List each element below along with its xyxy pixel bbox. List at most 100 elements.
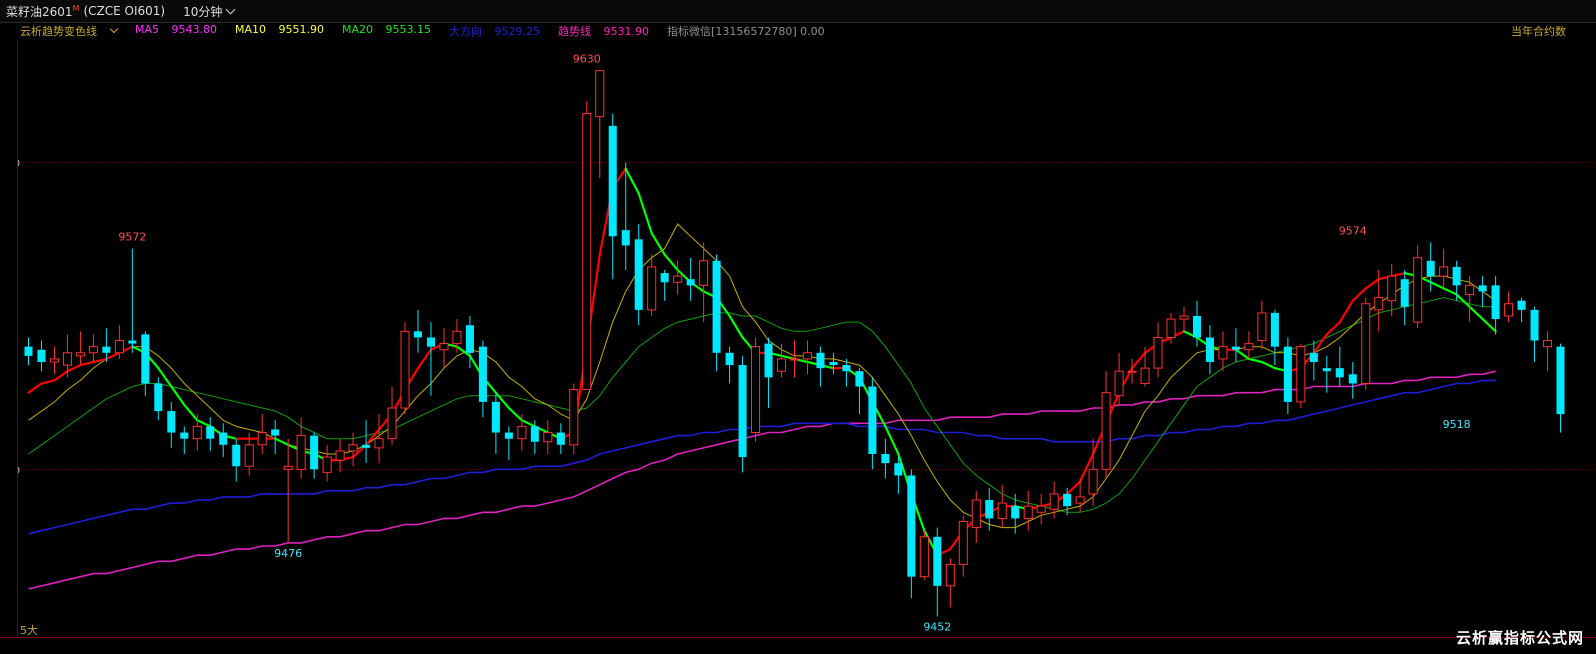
- candle-body-up: [1101, 392, 1111, 470]
- candle-body-down: [1322, 368, 1331, 372]
- legend-item-value: 9553.15: [385, 23, 432, 36]
- candle-body-down: [1270, 312, 1279, 347]
- candle-body-down: [738, 365, 747, 458]
- indicator-selector[interactable]: 云析趋势变色线: [20, 23, 126, 39]
- candle-body-down: [1530, 309, 1539, 341]
- candle-body-down: [1011, 506, 1020, 519]
- trend-color-segment: [650, 232, 666, 256]
- trend-color-segment: [274, 437, 290, 446]
- chevron-down-icon: [109, 24, 119, 34]
- trend-color-segment: [1468, 305, 1484, 321]
- top-toolbar: 菜籽油2601M (CZCE OI601) 10分钟: [0, 0, 1596, 23]
- period-label: 10分钟: [183, 4, 223, 19]
- candle-body-down: [686, 279, 695, 286]
- chart-svg: 600 600 9572 9476 9630 9452 9574 9518: [1, 53, 1596, 634]
- candle-body-down: [1335, 368, 1344, 378]
- candle-body-up: [647, 266, 657, 311]
- chevron-down-icon: [225, 4, 236, 14]
- candle-body-up: [1361, 303, 1371, 384]
- legend-item-label: 大方向: [449, 25, 486, 38]
- trend-color-segment: [1066, 480, 1082, 495]
- candle-body-up: [1179, 315, 1189, 320]
- candle-body-down: [141, 334, 150, 384]
- y-tick-label: 600: [18, 159, 20, 170]
- trend-color-segment: [1338, 299, 1354, 324]
- legend-item-label: MA10: [235, 23, 270, 36]
- instrument-code: (CZCE OI601): [83, 4, 166, 18]
- candle-body-up: [244, 444, 254, 467]
- candle-body-up: [802, 352, 813, 360]
- trend-color-segment: [105, 351, 121, 361]
- legend-item-label: 趋势线: [558, 25, 595, 38]
- candle-body-down: [634, 239, 643, 310]
- candle-body-up: [1075, 496, 1085, 504]
- legend-item-value: 9529.25: [494, 25, 541, 38]
- candle-body-down: [855, 371, 864, 387]
- watermark: 云析赢指标公式网: [1455, 629, 1584, 647]
- candle-body-up: [387, 407, 397, 440]
- candle-body-up: [543, 432, 553, 443]
- candle-body-up: [1114, 370, 1124, 397]
- candle-body-up: [1166, 318, 1176, 338]
- candle-body-down: [933, 536, 942, 586]
- candle-body-up: [49, 358, 59, 363]
- candle-body-up: [1465, 284, 1475, 296]
- candle-body-down: [985, 500, 994, 519]
- candle-body-up: [62, 352, 72, 366]
- instrument-title[interactable]: 菜籽油2601M: [6, 3, 79, 20]
- period-selector[interactable]: 10分钟: [183, 3, 236, 20]
- trend-color-segment: [183, 403, 199, 422]
- trend-color-segment: [53, 370, 69, 382]
- legend-item-label: MA5: [135, 23, 163, 36]
- y-tick-label: 600: [18, 465, 20, 476]
- candle-body-down: [206, 426, 215, 439]
- trend-color-segment: [1429, 281, 1445, 290]
- candlestick-chart[interactable]: 600 600 9572 9476 9630 9452 9574 9518: [1, 40, 1596, 638]
- trend-color-segment: [1351, 287, 1367, 302]
- candle-body-up: [439, 343, 449, 351]
- candle-body-down: [24, 346, 33, 356]
- candle-body-up: [257, 432, 267, 446]
- candle-body-down: [1231, 346, 1240, 350]
- extreme-label: 9572: [118, 231, 146, 244]
- candle-body-down: [310, 435, 319, 470]
- candle-body-down: [504, 432, 513, 439]
- candle-body-up: [1387, 275, 1397, 302]
- bottom-bar: 5大: [0, 624, 1596, 654]
- trend-color-segment: [663, 253, 679, 272]
- candle-body-down: [167, 411, 176, 433]
- trend-color-segment: [520, 419, 536, 428]
- candle-body-up: [595, 70, 605, 118]
- candle-body-down: [1452, 266, 1461, 286]
- candle-body-up: [971, 499, 981, 529]
- candle-body-up: [335, 450, 345, 461]
- candle-body-down: [842, 365, 851, 372]
- extreme-label: 9476: [274, 547, 302, 560]
- candle-body-down: [1478, 285, 1487, 292]
- extreme-label: 9518: [1443, 418, 1471, 431]
- candle-body-up: [1374, 297, 1384, 311]
- candle-body-down: [37, 349, 46, 362]
- candle-body-down: [1205, 337, 1214, 362]
- trend-color-segment: [1364, 278, 1380, 290]
- legend-item-value: 9531.90: [603, 25, 650, 38]
- candle-body-up: [1244, 343, 1254, 351]
- candle-body-up: [452, 330, 462, 345]
- trend-color-segment: [66, 363, 82, 373]
- candle-body-down: [1491, 285, 1500, 320]
- candle-body-up: [1023, 505, 1033, 519]
- candle-body-up: [400, 330, 410, 409]
- candle-body-up: [958, 520, 968, 565]
- extreme-label: 9630: [573, 53, 601, 66]
- candle-body-down: [725, 352, 734, 366]
- legend-note: 指标微信[13156572780] 0.00: [667, 25, 825, 38]
- candle-body-up: [192, 425, 202, 440]
- legend-item: MA20 9553.15: [342, 23, 440, 39]
- candle-body-up: [1049, 493, 1059, 510]
- ma10-line: [28, 223, 1496, 529]
- extreme-label: 9452: [923, 621, 951, 634]
- candle-body-up: [1257, 312, 1267, 342]
- trend-color-segment: [1234, 348, 1251, 361]
- candle-body-down: [426, 337, 435, 347]
- candle-body-down: [1556, 346, 1565, 415]
